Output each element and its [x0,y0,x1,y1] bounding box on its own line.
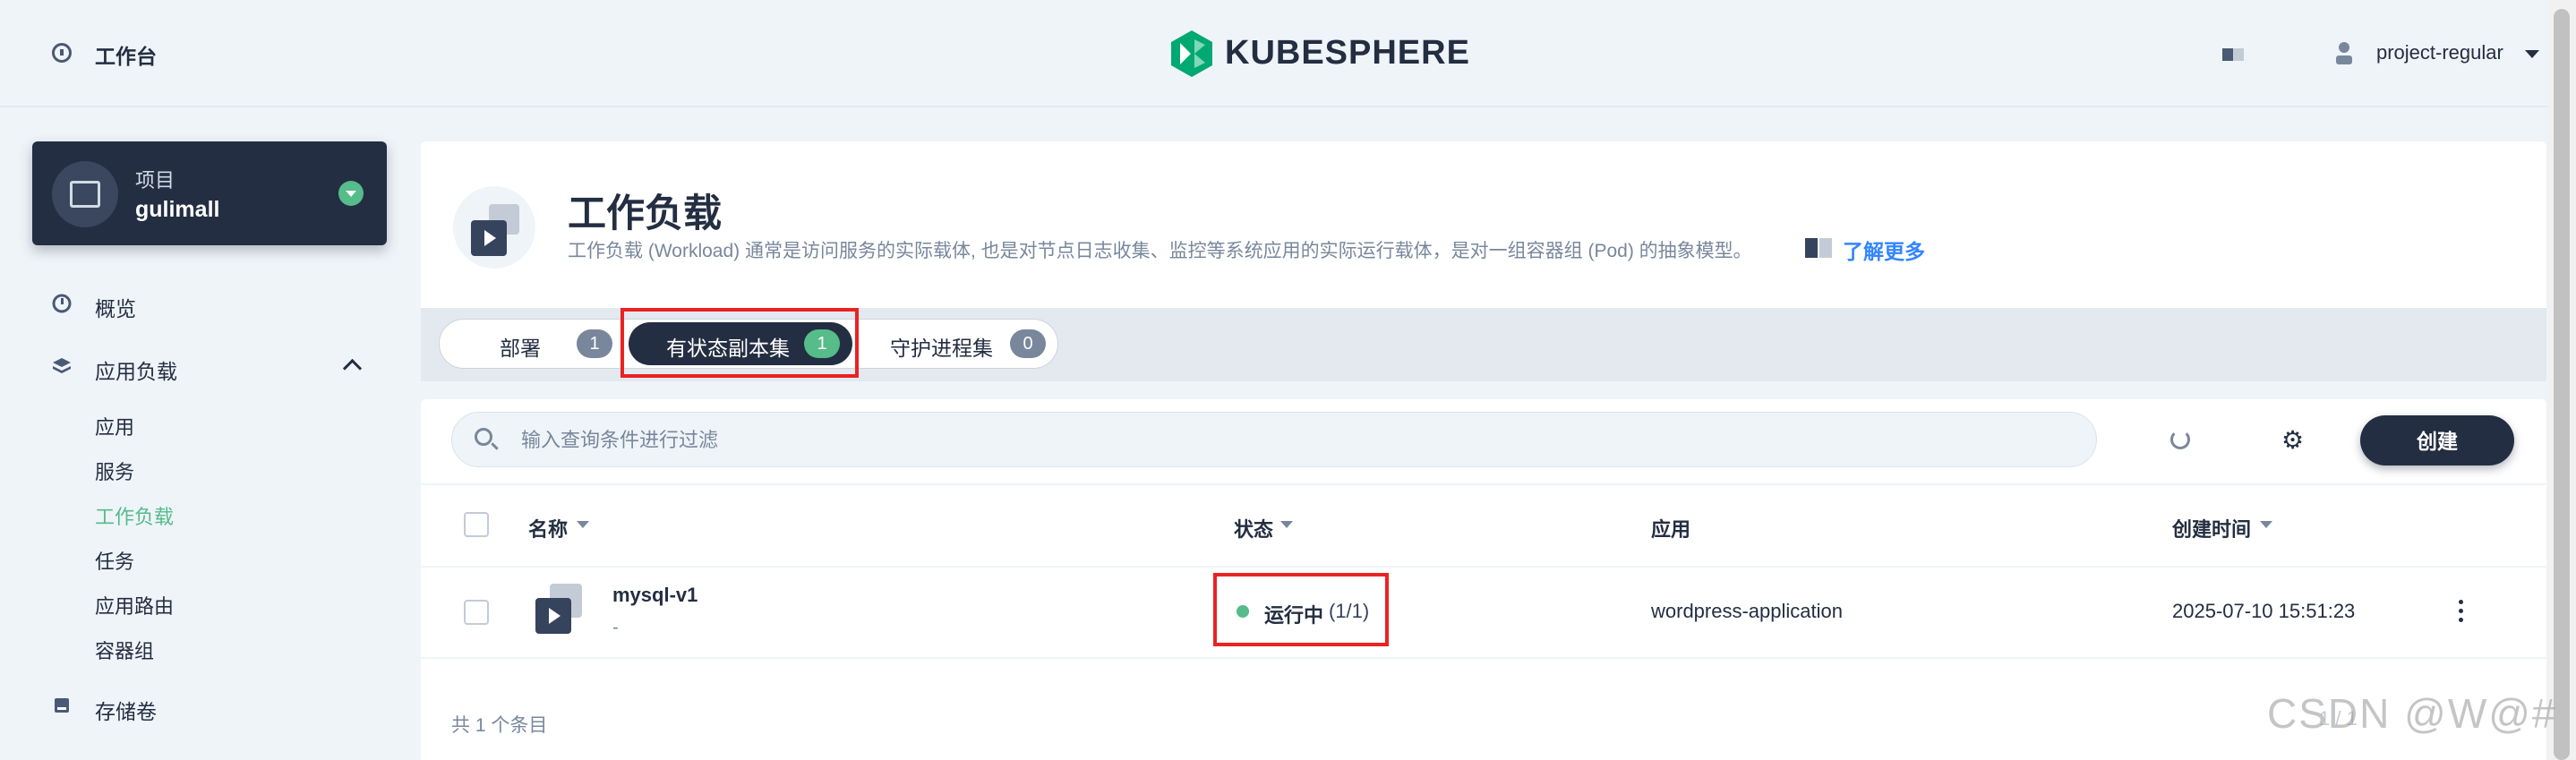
statefulset-icon [535,584,586,637]
page-description: 工作负载 (Workload) 通常是访问服务的实际载体, 也是对节点日志收集、… [568,241,1752,261]
column-header-status[interactable]: 状态 [1234,514,1273,542]
search-icon [475,428,492,446]
workbench-icon[interactable] [52,43,72,63]
column-header-name[interactable]: 名称 [528,514,568,542]
sidebar-item-jobs[interactable]: 任务 [95,546,134,575]
more-actions-icon[interactable] [2459,600,2464,625]
sidebar-item-pods[interactable]: 容器组 [95,636,154,664]
workload-subtitle: - [612,618,619,637]
sidebar-item-routes[interactable]: 应用路由 [95,591,174,619]
created-time: 2025-07-10 15:51:23 [2172,600,2356,622]
workbench-link[interactable]: 工作台 [95,39,157,70]
tools-icon[interactable] [2222,47,2244,63]
project-label: 项目 [135,169,175,192]
page-title: 工作负载 [568,192,722,235]
kubesphere-logo-icon [1171,30,1212,77]
sort-created-caret-icon[interactable] [2260,521,2272,528]
highlight-box-statefulsets-tab [620,308,859,378]
storage-volume-icon [55,698,69,713]
refresh-icon[interactable] [2170,430,2190,449]
learn-more-link[interactable]: 了解更多 [1843,235,1925,265]
book-icon [1805,238,1832,258]
gear-icon[interactable]: ⚙ [2281,428,2304,453]
sidebar-item-overview[interactable]: 概览 [95,292,136,322]
logo-text: KUBESPHERE [1225,34,1470,72]
row-checkbox[interactable] [464,600,489,625]
app-name-link[interactable]: wordpress-application [1651,600,1843,623]
sort-status-caret-icon[interactable] [1280,521,1293,528]
workload-icon [453,186,535,269]
user-avatar-icon[interactable] [2335,41,2353,64]
sort-name-caret-icon[interactable] [577,521,589,528]
user-menu[interactable]: project-regular [2376,41,2503,64]
page-scrollbar-thumb[interactable] [2554,9,2570,760]
overview-icon [52,294,72,313]
sidebar-item-workloads[interactable]: 工作负载 [95,501,174,530]
column-header-app: 应用 [1651,518,1691,541]
project-icon [52,161,118,227]
search-input[interactable] [519,421,2081,460]
divider [421,566,2546,568]
select-all-checkbox[interactable] [464,512,489,537]
project-switch-chevron-icon[interactable] [338,181,364,206]
sidebar-item-app-workloads[interactable]: 应用负载 [95,354,177,385]
sidebar-item-services[interactable]: 服务 [95,457,134,485]
total-count: 共 1 个条目 [451,715,548,736]
tab-deployments[interactable]: 部署 [500,331,541,362]
tab-daemonsets-count-badge: 0 [1010,329,1046,358]
create-button[interactable]: 创建 [2360,415,2514,465]
workload-header-card [421,141,2546,308]
user-menu-caret-icon[interactable] [2525,50,2539,58]
highlight-box-status [1213,573,1389,646]
tab-deployments-count-badge: 1 [577,329,612,358]
collapse-chevron-up-icon[interactable] [342,358,363,379]
column-header-created[interactable]: 创建时间 [2172,514,2251,542]
project-name: gulimall [135,197,220,222]
divider [421,483,2546,485]
app-workloads-icon [53,358,71,373]
watermark: CSDN @W@# [2267,690,2557,737]
divider [421,657,2546,659]
tab-daemonsets[interactable]: 守护进程集 [890,331,993,362]
workload-name-link[interactable]: mysql-v1 [612,584,697,607]
sidebar-item-apps[interactable]: 应用 [95,412,134,440]
sidebar-item-volumes[interactable]: 存储卷 [95,695,157,725]
